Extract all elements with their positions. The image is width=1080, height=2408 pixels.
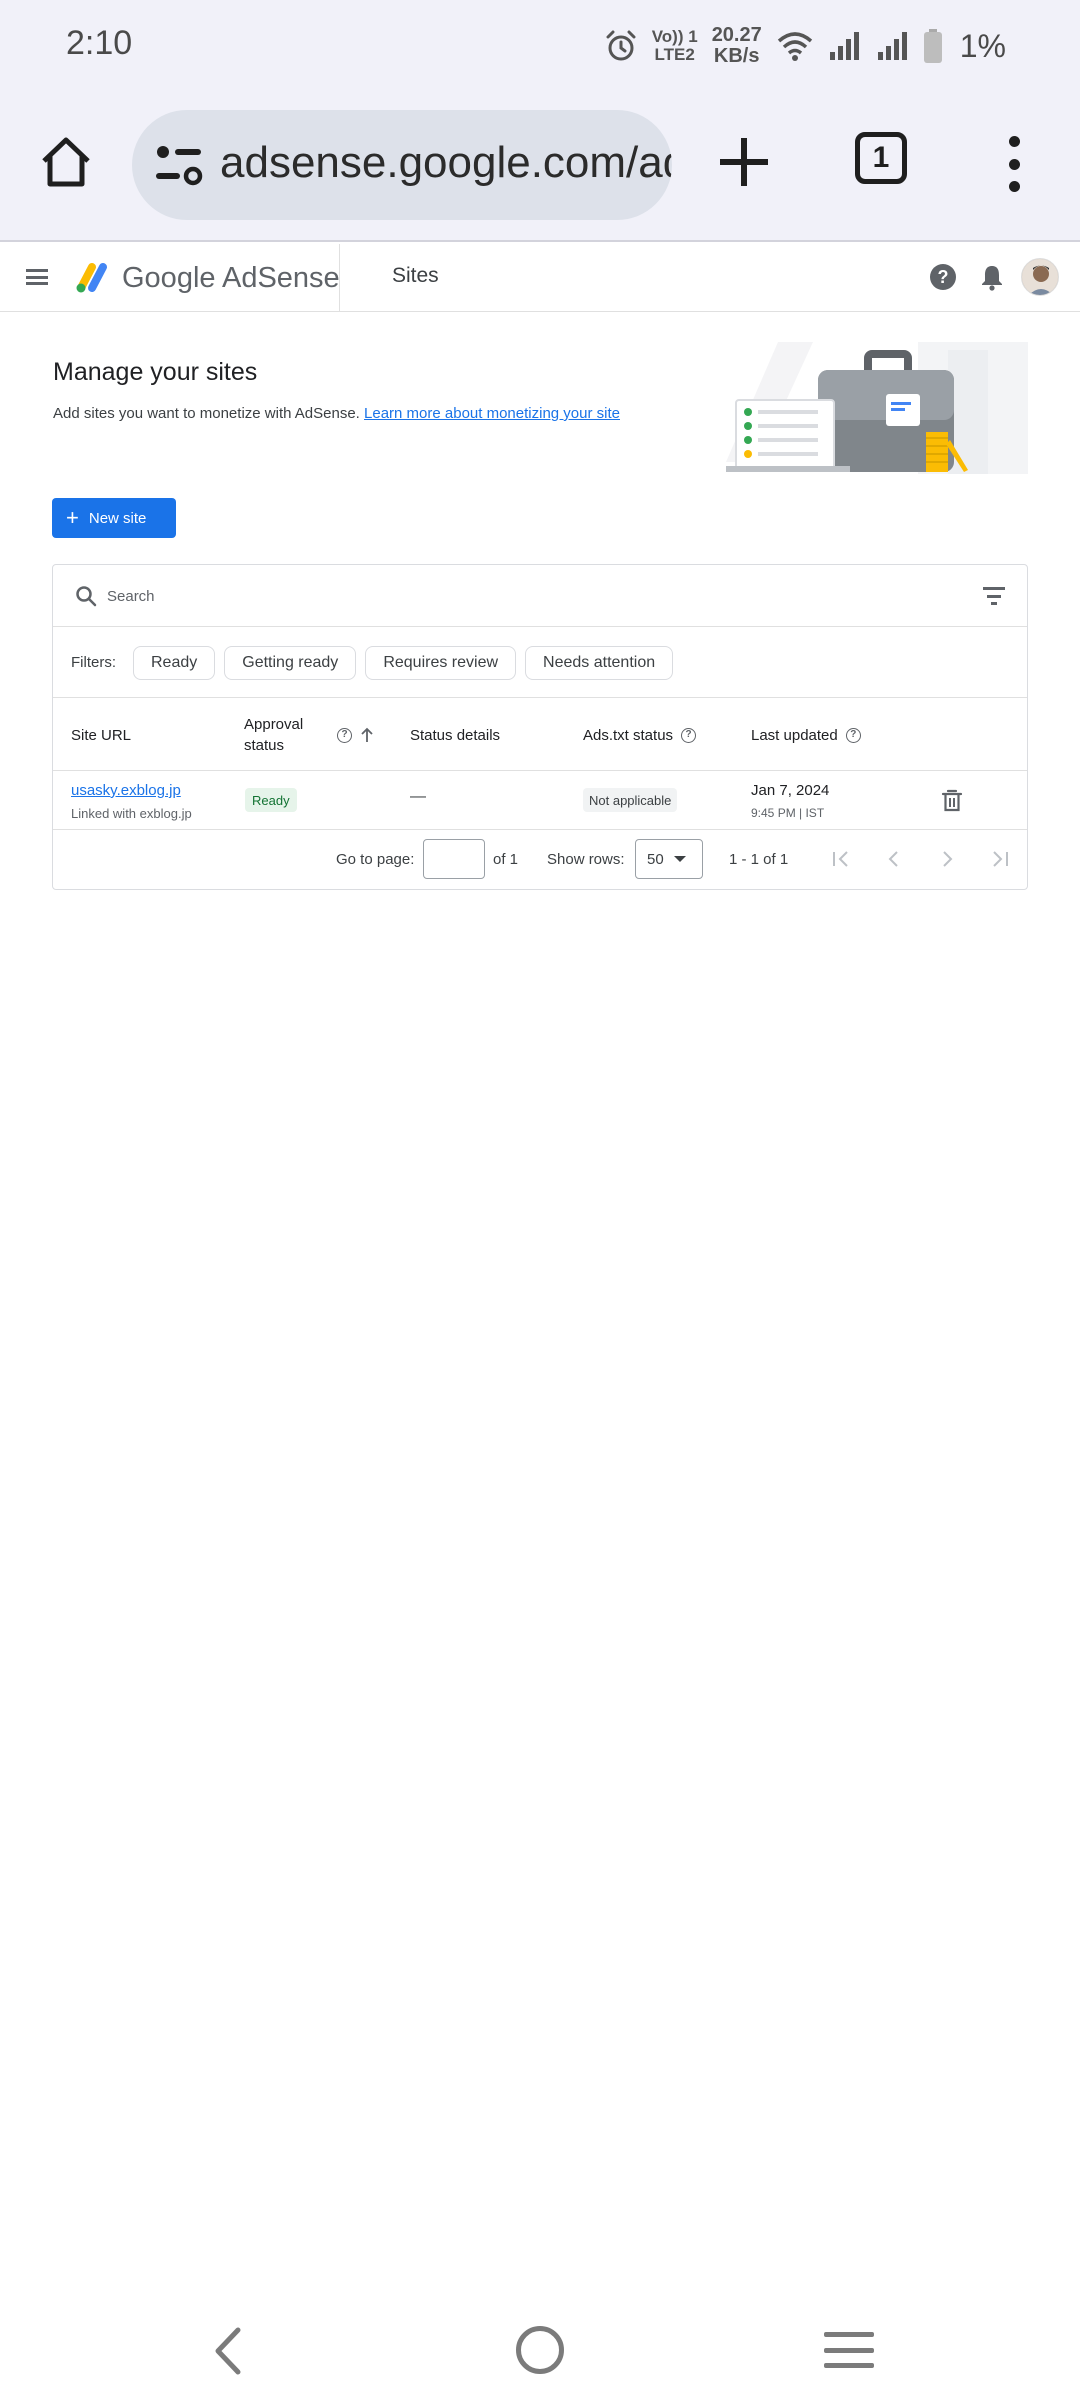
url-text[interactable]: adsense.google.com/adsense [220,138,672,188]
tab-switcher-button[interactable]: 1 [855,132,907,184]
page-count-label: of 1 [493,851,519,868]
battery-percent: 1% [959,27,1006,64]
delete-icon[interactable] [941,789,963,813]
address-bar[interactable]: adsense.google.com/adsense [132,110,672,220]
filter-chip-requires-review[interactable]: Requires review [365,645,517,680]
column-approval-line2: status [244,737,285,754]
new-site-label: New site [88,509,147,527]
rows-per-page-value: 50 [647,850,664,868]
browser-home-button[interactable] [36,132,96,192]
battery-icon [923,29,942,63]
next-page-icon[interactable] [935,847,959,871]
filters-label: Filters: [71,654,116,671]
ads-txt-badge: Not applicable [583,788,678,812]
last-updated-help-icon[interactable]: ? [845,727,861,743]
hero-description: Add sites you want to monetize with AdSe… [53,405,620,422]
android-status-bar: 2:10 Vo)) 1 LTE2 20.27 KB/s 1% [0,0,1080,90]
column-last-updated[interactable]: Last updated ? [751,699,861,771]
column-approval-line1: Approval [244,716,304,733]
header-divider [339,244,340,312]
page-title: Sites [392,264,439,287]
plus-icon: + [66,505,79,530]
table-row: usasky.exblog.jp Linked with exblog.jp R… [53,772,1027,830]
new-site-button[interactable]: + New site [52,498,176,538]
notifications-bell-icon[interactable] [979,263,1005,291]
show-rows-label: Show rows: [547,851,625,868]
filter-chip-getting-ready[interactable]: Getting ready [224,645,357,680]
dropdown-caret-icon [673,856,686,862]
home-icon [42,137,90,187]
filters-row: Filters: Ready Getting ready Requires re… [53,628,1027,698]
back-icon[interactable] [208,2326,248,2376]
browser-menu-icon[interactable] [1000,136,1028,192]
search-bar [53,565,1027,627]
new-tab-icon[interactable] [716,134,772,190]
previous-page-icon[interactable] [882,847,906,871]
status-icons: Vo)) 1 LTE2 20.27 KB/s 1% [604,22,1006,70]
row-range-label: 1 - 1 of 1 [729,851,789,868]
rows-per-page-select[interactable]: 50 [635,839,703,879]
status-details-value: — [410,788,426,805]
column-status-details[interactable]: Status details [410,699,500,771]
go-to-page-label: Go to page: [336,851,415,868]
avatar-icon [1022,259,1058,295]
manage-sites-heading: Manage your sites [53,358,258,386]
brand-name: Google AdSense [122,262,340,294]
pagination: Go to page: of 1 Show rows: 50 1 - 1 of … [53,831,1027,889]
volte-indicator: Vo)) 1 LTE2 [651,27,698,64]
last-page-icon[interactable] [988,847,1012,871]
filter-chip-ready[interactable]: Ready [133,645,216,680]
status-badge: Ready [245,788,297,812]
home-circle-icon[interactable] [516,2326,564,2374]
help-icon[interactable]: ? [930,264,956,290]
learn-more-link[interactable]: Learn more about monetizing your site [364,405,620,422]
ads-txt-help-icon[interactable]: ? [681,727,697,743]
column-ads-txt-status[interactable]: Ads.txt status ? [583,699,697,771]
last-updated-date: Jan 7, 2024 [751,782,830,799]
network-speed: 20.27 KB/s [711,24,762,67]
last-updated-time: 9:45 PM | IST [751,806,825,820]
avatar[interactable] [1021,258,1059,296]
table-header: Site URL Approval status ? Status detail… [53,699,1027,771]
approval-help[interactable]: ? [337,699,352,771]
site-linked-text: Linked with exblog.jp [71,806,192,821]
status-time: 2:10 [66,24,133,62]
first-page-icon[interactable] [829,847,853,871]
go-to-page-input[interactable] [423,839,485,879]
adsense-logo-icon [76,263,107,293]
recent-apps-icon[interactable] [824,2332,874,2368]
column-last-updated-label: Last updated [751,726,838,744]
menu-icon[interactable] [26,266,48,288]
search-icon [76,586,97,607]
site-url-link[interactable]: usasky.exblog.jp [71,782,181,799]
filter-chip-needs-attention[interactable]: Needs attention [525,645,674,680]
site-settings-icon[interactable] [154,142,204,188]
approval-help-icon[interactable]: ? [337,727,352,743]
adsense-header: Google AdSense Sites ? [0,244,1080,312]
sort-arrow[interactable] [360,699,374,771]
column-approval-status[interactable]: Approval status [244,699,303,771]
alarm-icon [606,30,636,61]
hero-description-text: Add sites you want to monetize with AdSe… [53,405,360,422]
signal-icon-sim2 [877,32,907,60]
sites-table-card: Filters: Ready Getting ready Requires re… [52,564,1028,890]
wifi-icon [777,32,812,61]
column-site-url[interactable]: Site URL [71,699,131,771]
search-input[interactable] [107,581,907,611]
column-ads-txt-label: Ads.txt status [583,726,674,744]
sort-ascending-icon[interactable] [360,727,374,743]
briefcase-illustration-icon [726,342,1028,474]
signal-icon-sim1 [829,32,859,60]
filter-list-icon[interactable] [983,587,1005,605]
browser-toolbar: adsense.google.com/adsense 1 [0,90,1080,242]
